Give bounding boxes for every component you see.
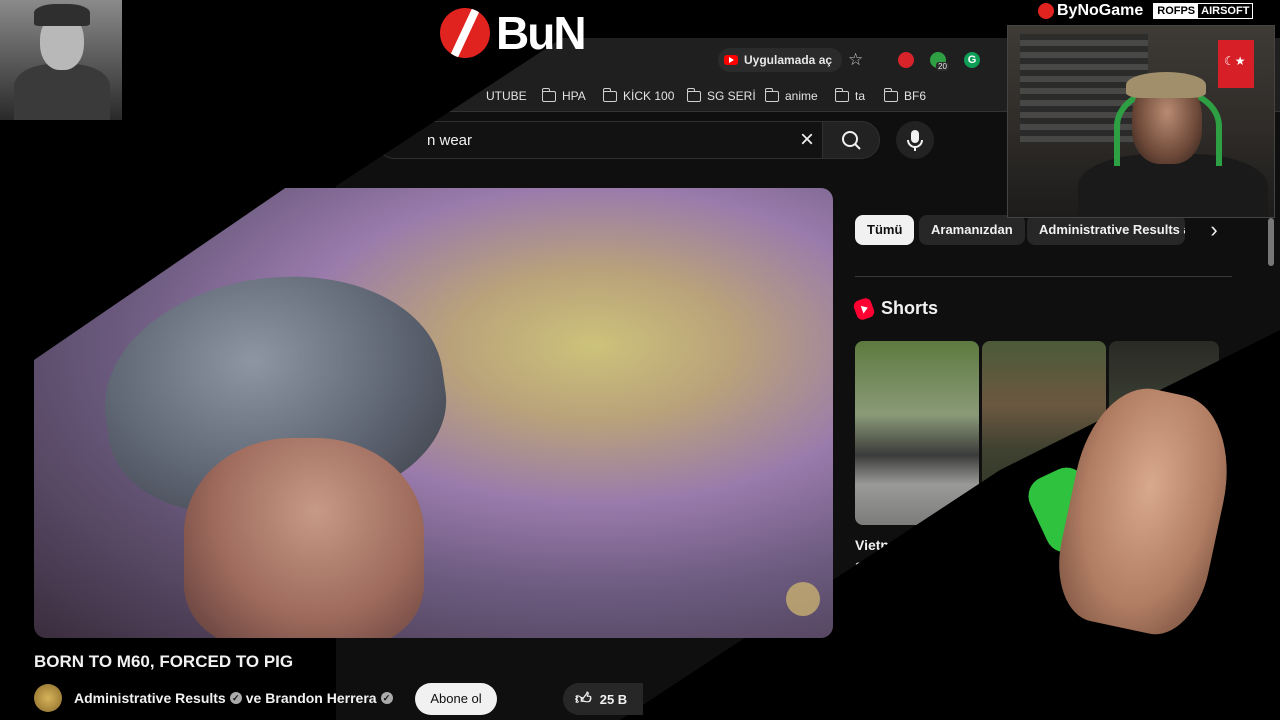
portrait-cap xyxy=(34,4,90,26)
like-count: 25 B xyxy=(599,691,628,707)
bookmark-sg-seri[interactable]: SG SERİ xyxy=(686,87,756,103)
video-face xyxy=(184,438,424,638)
owner-primary[interactable]: Administrative Results xyxy=(74,690,226,706)
bookmark-label: KİCK 100 xyxy=(623,89,675,103)
shorts-title: Shorts xyxy=(881,298,939,318)
bookmark-label: SG SERİ xyxy=(707,89,756,103)
search-icon xyxy=(842,131,861,150)
verified-icon: ✓ xyxy=(380,692,393,704)
channel-avatar[interactable] xyxy=(34,684,62,712)
video-owner[interactable]: Administrative Results ✓ ve Brandon Herr… xyxy=(74,690,393,706)
chip-from-search[interactable]: Aramanızdan xyxy=(919,215,1025,245)
portrait-photo xyxy=(0,0,122,120)
extension-badge: 20 xyxy=(936,62,949,71)
bookmark-hpa[interactable]: HPA xyxy=(541,87,586,103)
short-title[interactable]: Vietnam Vet fires a xyxy=(855,535,975,575)
owner-joiner: ve xyxy=(245,690,262,706)
channel-watermark[interactable] xyxy=(786,582,820,616)
filter-chips: Tümü Aramanızdan Administrative Results … xyxy=(855,215,1225,247)
bookmark-label: BF6 xyxy=(904,89,927,103)
rofps-right: AIRSOFT xyxy=(1201,5,1250,17)
bookmark-bf6[interactable]: BF6 xyxy=(883,87,927,103)
verified-icon: ✓ xyxy=(229,692,242,704)
bookmark-kick[interactable]: KİCK 100 xyxy=(602,87,675,103)
bookmark-star-icon[interactable]: ☆ xyxy=(848,50,863,70)
open-in-app-button[interactable]: Uygulamada aç xyxy=(718,48,843,72)
bookmark-label: HPA xyxy=(562,89,586,103)
open-in-app-label: Uygulamada aç xyxy=(744,53,833,67)
subscribe-button[interactable]: Abone ol xyxy=(415,683,497,715)
video-player[interactable] xyxy=(34,188,833,638)
bynogame-logo: ByNoGame xyxy=(1038,2,1143,20)
bun-logo: BuN xyxy=(440,6,587,60)
like-button[interactable]: 👍︎ 25 B xyxy=(563,683,643,715)
thumbs-up-icon: 👍︎ xyxy=(575,690,592,708)
folder-icon xyxy=(883,87,898,102)
mic-icon xyxy=(907,130,923,151)
chip-all[interactable]: Tümü xyxy=(855,215,915,245)
bookmark-utube[interactable]: UTUBE xyxy=(486,89,527,103)
voice-search-button[interactable] xyxy=(896,121,934,159)
folder-icon xyxy=(602,87,617,102)
webcam-feed xyxy=(1007,25,1275,218)
bookmark-ta[interactable]: ta xyxy=(834,87,866,103)
rofps-left: ROFPS xyxy=(1154,4,1199,18)
sponsor-logos: ByNoGame ROFPS AIRSOFT xyxy=(1038,2,1254,20)
turkish-flag xyxy=(1218,40,1254,88)
webcam-cap xyxy=(1126,72,1206,98)
video-title: BORN TO M60, FORCED TO PIG xyxy=(34,652,294,671)
search-button[interactable] xyxy=(822,121,880,159)
section-divider xyxy=(855,276,1232,277)
bookmark-label: UTUBE xyxy=(486,89,527,103)
portrait-body xyxy=(14,64,110,120)
search-query: n wear xyxy=(427,132,473,149)
close-icon[interactable]: × xyxy=(794,124,820,156)
shorts-icon xyxy=(852,296,876,321)
extension-grammarly-icon[interactable]: G xyxy=(964,52,980,68)
short-thumbnail[interactable] xyxy=(855,341,979,525)
folder-icon xyxy=(686,87,701,102)
bookmark-anime[interactable]: anime xyxy=(764,87,818,103)
shorts-header: Shorts xyxy=(852,296,939,321)
folder-icon xyxy=(541,87,556,102)
owner-secondary[interactable]: Brandon Herrera xyxy=(265,690,376,706)
bun-logo-text: BuN xyxy=(496,7,587,59)
bookmark-label: anime xyxy=(785,89,818,103)
chevron-right-icon[interactable]: › xyxy=(1200,217,1228,245)
bun-logo-icon xyxy=(440,8,490,58)
scrollbar[interactable] xyxy=(1268,218,1274,266)
bynogame-icon xyxy=(1038,3,1054,19)
search-input[interactable]: n wear xyxy=(376,121,823,159)
extension-adblock-icon[interactable] xyxy=(898,52,914,68)
folder-icon xyxy=(764,87,779,102)
chip-channel[interactable]: Administrative Results a xyxy=(1027,215,1185,245)
rofps-logo: ROFPS AIRSOFT xyxy=(1153,3,1254,19)
bynogame-text: ByNoGame xyxy=(1057,2,1144,19)
folder-icon xyxy=(834,87,849,102)
bookmark-label: ta xyxy=(855,89,866,103)
youtube-icon xyxy=(724,55,738,65)
